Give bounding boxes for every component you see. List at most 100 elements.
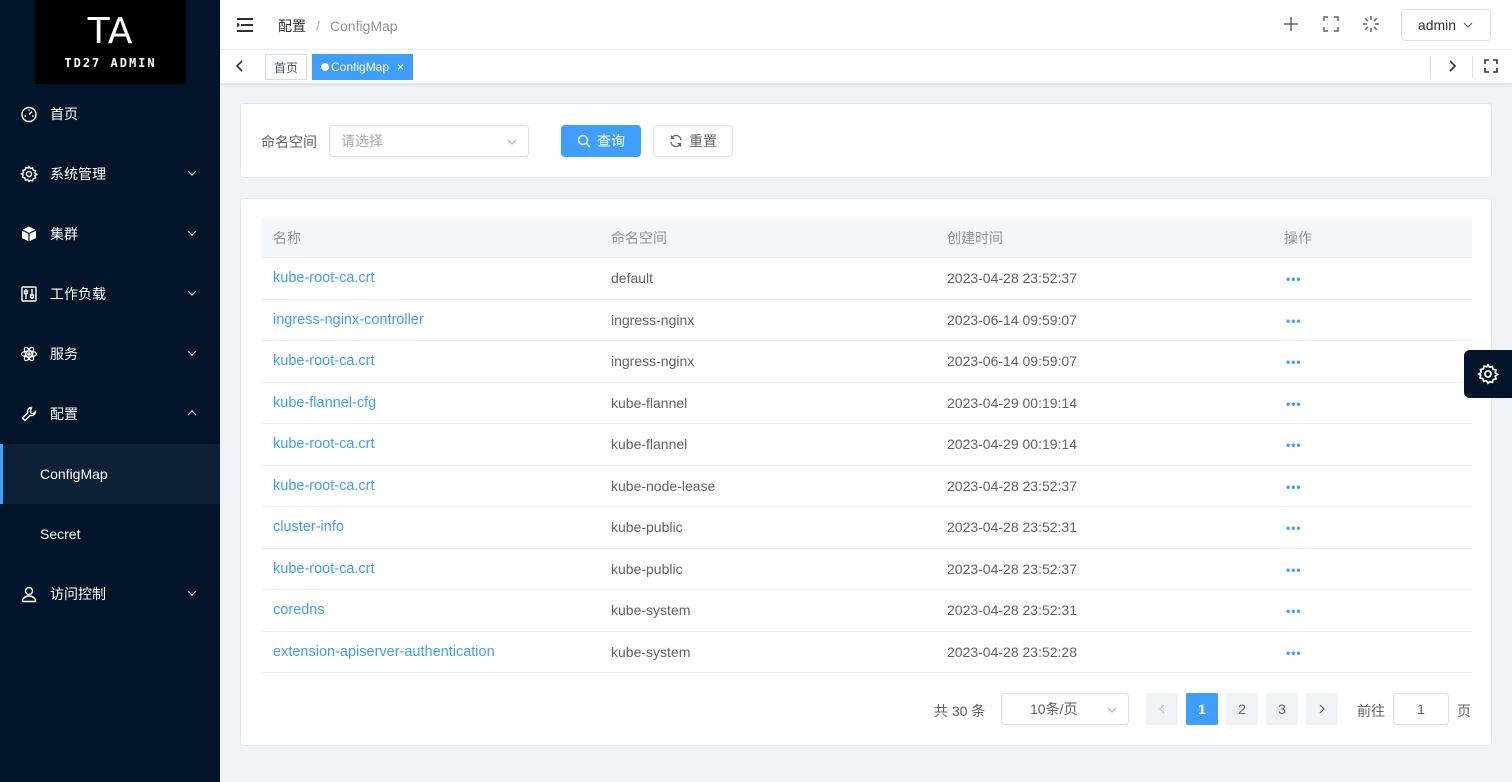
chevron-right-icon bbox=[1319, 704, 1325, 714]
actions-cell: ••• bbox=[1272, 478, 1472, 494]
namespace-cell: default bbox=[611, 270, 654, 287]
sidebar-item-cluster[interactable]: 集群 bbox=[0, 204, 220, 264]
tabs-scroll-left-icon[interactable] bbox=[232, 58, 248, 74]
table-card: 名称 命名空间 创建时间 操作 kube-root-ca.crt default 2… bbox=[240, 198, 1492, 746]
refresh-icon bbox=[670, 134, 682, 148]
loading-icon[interactable] bbox=[1361, 14, 1381, 34]
fullscreen-icon[interactable] bbox=[1321, 14, 1341, 34]
user-dropdown[interactable]: admin bbox=[1401, 9, 1491, 41]
namespace-label: 命名空间 bbox=[261, 134, 317, 150]
column-header-namespace: 命名空间 bbox=[611, 229, 667, 246]
created-time-cell: 2023-04-29 00:19:14 bbox=[947, 436, 1077, 453]
more-actions-icon[interactable]: ••• bbox=[1284, 272, 1302, 286]
chevron-down-icon bbox=[186, 286, 198, 298]
table-body: kube-root-ca.crt default 2023-04-28 23:52:… bbox=[261, 258, 1472, 673]
more-actions-icon[interactable]: ••• bbox=[1284, 355, 1302, 369]
more-actions-icon[interactable]: ••• bbox=[1284, 563, 1302, 577]
actions-cell: ••• bbox=[1272, 644, 1472, 660]
settings-button[interactable] bbox=[1464, 350, 1512, 398]
search-card: 命名空间 请选择 查询 重置 bbox=[240, 103, 1492, 178]
configmap-name-link[interactable]: kube-root-ca.crt bbox=[261, 561, 599, 577]
configmap-name-link[interactable]: kube-flannel-cfg bbox=[261, 395, 599, 411]
namespace-cell: ingress-nginx bbox=[611, 353, 695, 370]
plus-icon[interactable] bbox=[1281, 14, 1301, 34]
sidebar-item-service[interactable]: 服务 bbox=[0, 324, 220, 384]
goto-page-input[interactable]: 1 bbox=[1393, 693, 1449, 725]
namespace-select[interactable]: 请选择 bbox=[329, 125, 529, 157]
sidebar-item-label: 工作负载 bbox=[50, 286, 106, 302]
reset-button[interactable]: 重置 bbox=[653, 125, 733, 157]
table-row: ingress-nginx-controller ingress-nginx 202… bbox=[261, 300, 1472, 341]
configmap-name-link[interactable]: kube-root-ca.crt bbox=[261, 478, 599, 494]
tab-home[interactable]: 首页 bbox=[265, 54, 308, 80]
close-icon[interactable]: × bbox=[397, 60, 404, 74]
configmap-name-link[interactable]: extension-apiserver-authentication bbox=[261, 644, 599, 660]
more-actions-icon[interactable]: ••• bbox=[1284, 604, 1302, 618]
wrench-icon bbox=[20, 405, 38, 423]
more-actions-icon[interactable]: ••• bbox=[1284, 646, 1302, 660]
actions-cell: ••• bbox=[1272, 436, 1472, 452]
sidebar-item-system[interactable]: 系统管理 bbox=[0, 144, 220, 204]
sidebar-item-label: Secret bbox=[40, 526, 81, 542]
page-button[interactable]: 2 bbox=[1226, 693, 1258, 725]
created-time-cell: 2023-04-28 23:52:28 bbox=[947, 643, 1077, 660]
next-page-button[interactable] bbox=[1306, 693, 1338, 725]
logo-subtitle: TD27 ADMIN bbox=[64, 56, 157, 70]
box-icon bbox=[20, 225, 38, 243]
more-actions-icon[interactable]: ••• bbox=[1284, 397, 1302, 411]
configmap-name-link[interactable]: coredns bbox=[261, 602, 599, 618]
sidebar-item-configmap[interactable]: ConfigMap bbox=[0, 444, 220, 504]
chevron-down-icon bbox=[1463, 22, 1473, 28]
sliders-icon bbox=[20, 285, 38, 303]
sidebar: TA TD27 ADMIN 首页 系统管理 集群 工作负载 服务 配置 Conf… bbox=[0, 0, 220, 782]
sidebar-item-secret[interactable]: Secret bbox=[0, 504, 220, 564]
actions-cell: ••• bbox=[1272, 395, 1472, 411]
sidebar-item-label: 首页 bbox=[50, 106, 78, 122]
sidebar-item-access-control[interactable]: 访问控制 bbox=[0, 564, 220, 624]
sidebar-item-label: 配置 bbox=[50, 406, 78, 422]
configmap-name-link[interactable]: cluster-info bbox=[261, 519, 599, 535]
page-button[interactable]: 3 bbox=[1266, 693, 1298, 725]
configmap-name-link[interactable]: kube-root-ca.crt bbox=[261, 436, 599, 452]
table-row: kube-root-ca.crt kube-node-lease 2023-04-2… bbox=[261, 466, 1472, 507]
namespace-cell: kube-node-lease bbox=[611, 477, 716, 494]
sidebar-item-home[interactable]: 首页 bbox=[0, 84, 220, 144]
configmap-name-link[interactable]: ingress-nginx-controller bbox=[261, 312, 599, 328]
tabs-scroll-right-icon[interactable] bbox=[1444, 58, 1460, 74]
prev-page-button[interactable] bbox=[1146, 693, 1178, 725]
table-header: 名称 命名空间 创建时间 操作 bbox=[261, 218, 1472, 258]
table-row: kube-root-ca.crt default 2023-04-28 23:52:… bbox=[261, 258, 1472, 300]
query-button[interactable]: 查询 bbox=[561, 125, 641, 157]
reset-button-label: 重置 bbox=[689, 133, 717, 149]
column-header-name: 名称 bbox=[273, 229, 301, 246]
configmap-name-link[interactable]: kube-root-ca.crt bbox=[261, 270, 599, 286]
sidebar-item-workload[interactable]: 工作负载 bbox=[0, 264, 220, 324]
chevron-down-icon bbox=[186, 226, 198, 238]
sidebar-item-label: ConfigMap bbox=[40, 466, 108, 482]
page-button[interactable]: 1 bbox=[1186, 693, 1218, 725]
query-button-label: 查询 bbox=[597, 133, 625, 149]
more-actions-icon[interactable]: ••• bbox=[1284, 314, 1302, 328]
chevron-down-icon bbox=[186, 346, 198, 358]
breadcrumb-item[interactable]: 配置 bbox=[278, 16, 306, 36]
sidebar-item-config[interactable]: 配置 bbox=[0, 384, 220, 444]
created-time-cell: 2023-06-14 09:59:07 bbox=[947, 353, 1077, 370]
table-row: extension-apiserver-authentication kube-s… bbox=[261, 632, 1472, 673]
pagination-total: 共 30 条 bbox=[934, 703, 986, 719]
page-size-select[interactable]: 10条/页 bbox=[1001, 693, 1129, 725]
menu-fold-icon[interactable] bbox=[236, 16, 254, 34]
tab-configmap[interactable]: ConfigMap × bbox=[312, 54, 414, 80]
top-header: 配置 / ConfigMap admin bbox=[220, 0, 1512, 50]
actions-cell: ••• bbox=[1272, 561, 1472, 577]
sidebar-item-label: 服务 bbox=[50, 346, 78, 362]
column-header-created: 创建时间 bbox=[947, 229, 1003, 246]
more-actions-icon[interactable]: ••• bbox=[1284, 521, 1302, 535]
more-actions-icon[interactable]: ••• bbox=[1284, 480, 1302, 494]
gear-icon bbox=[20, 165, 38, 183]
created-time-cell: 2023-04-28 23:52:31 bbox=[947, 519, 1077, 536]
tabs-fullscreen-icon[interactable] bbox=[1483, 58, 1499, 74]
more-actions-icon[interactable]: ••• bbox=[1284, 438, 1302, 452]
search-icon bbox=[577, 134, 591, 148]
configmap-name-link[interactable]: kube-root-ca.crt bbox=[261, 353, 599, 369]
divider bbox=[1430, 56, 1431, 78]
